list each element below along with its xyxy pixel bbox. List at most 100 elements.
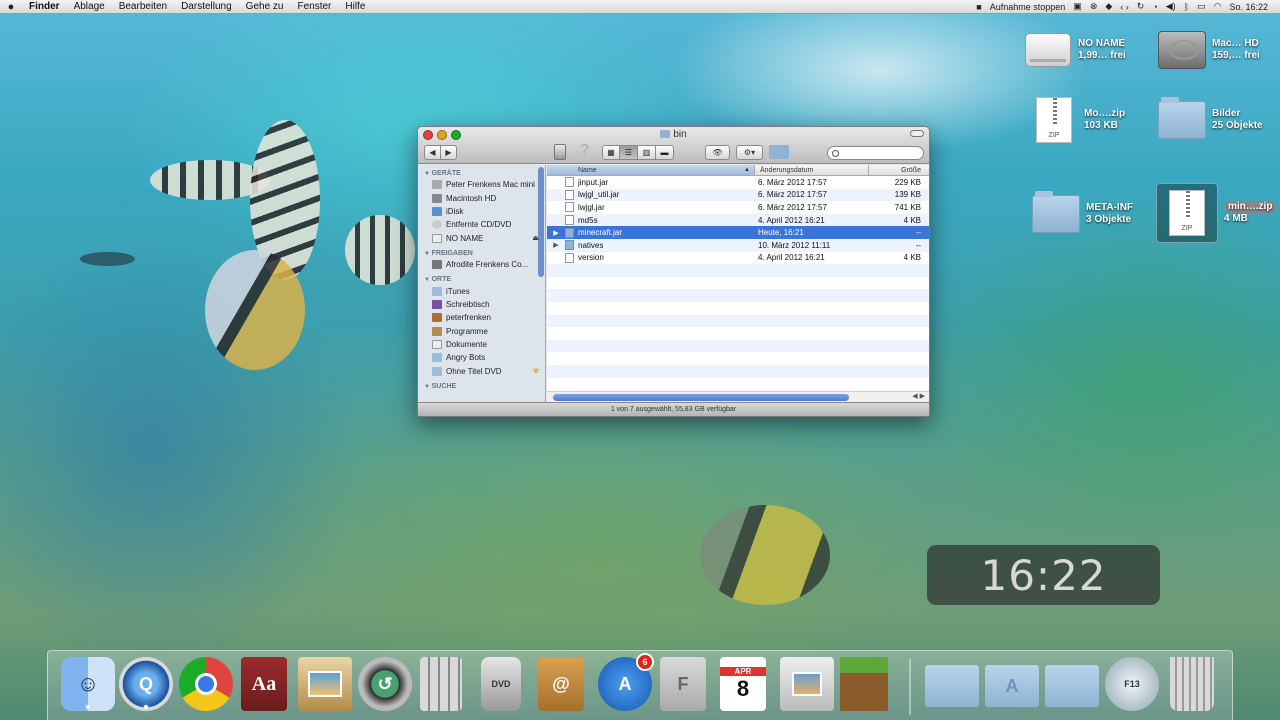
sidebar-item-angry-bots[interactable]: Angry Bots <box>418 351 545 364</box>
stop-recording-icon[interactable]: ■ <box>976 2 981 12</box>
game-icon[interactable]: ⊗ <box>1090 1 1098 12</box>
sidebar-item-desktop[interactable]: Schreibtisch <box>418 298 545 311</box>
file-row-md5s[interactable]: md5s 4. April 2012 16:21 4 KB <box>547 213 929 227</box>
recording-status[interactable]: Aufnahme stoppen <box>990 2 1066 12</box>
file-row-lwjgl-util[interactable]: lwjgl_util.jar 6. März 2012 17:57 139 KB <box>547 188 929 202</box>
bluetooth-icon[interactable]: ᛒ <box>1184 2 1189 12</box>
column-header-size[interactable]: Größe <box>869 167 929 174</box>
iphoto-dock-icon[interactable] <box>298 657 352 711</box>
sidebar-item-remote-dvd[interactable]: Entfernte CD/DVD <box>418 218 545 231</box>
windows-stack-icon[interactable] <box>1045 665 1099 707</box>
quicktime-dock-icon[interactable]: Q <box>119 657 173 711</box>
folder-icon <box>432 353 442 363</box>
sidebar-section-shared[interactable]: FREIGABEN <box>418 245 545 258</box>
notification-badge: 6 <box>636 653 654 671</box>
menubar-clock[interactable]: So. 16:22 <box>1229 2 1268 12</box>
eject-icon[interactable]: ⏏ <box>532 234 539 242</box>
sidebar-item-untitled-dvd[interactable]: Ohne Titel DVD ☢ <box>418 365 545 378</box>
action-gear-button[interactable]: ⚙▾ <box>736 145 763 160</box>
desktop-icon-meta-inf[interactable]: META-INF 3 Objekte <box>1032 190 1133 238</box>
shield-icon[interactable]: ◆ <box>1105 1 1112 12</box>
file-row-lwjgl[interactable]: lwjgl.jar 6. März 2012 17:57 741 KB <box>547 201 929 214</box>
sidebar-item-idisk[interactable]: iDisk <box>418 205 545 218</box>
time-machine-dock-icon[interactable]: ↺ <box>358 657 412 711</box>
desktop-icon-zip-mo[interactable]: ZIP Mo….zip 103 KB <box>1030 96 1125 144</box>
menu-finder[interactable]: Finder <box>22 1 67 12</box>
help-icon[interactable]: ? <box>580 142 589 160</box>
sidebar-item-macintosh-hd[interactable]: Macintosh HD <box>418 191 545 204</box>
time-machine-icon[interactable]: ◔ <box>1152 2 1157 12</box>
sidebar-item-shared-computer[interactable]: Afrodite Frenkens Co... <box>418 258 545 271</box>
menu-darstellung[interactable]: Darstellung <box>174 1 239 12</box>
file-row-minecraft-jar[interactable]: ▶ minecraft.jar Heute, 16:21 -- <box>547 226 929 239</box>
user-icon[interactable]: ▣ <box>1073 1 1082 12</box>
cover-flow-icon[interactable]: ▬ <box>656 145 674 160</box>
sidebar-item-no-name[interactable]: NO NAME ⏏ <box>418 232 545 245</box>
disk-icon[interactable] <box>554 144 566 160</box>
desktop-icon-bilder[interactable]: Bilder 25 Objekte <box>1158 96 1263 144</box>
menu-bearbeiten[interactable]: Bearbeiten <box>112 1 174 12</box>
trash-dock-icon[interactable] <box>1170 657 1214 711</box>
minecraft-dock-icon[interactable] <box>840 657 888 711</box>
search-field[interactable] <box>827 146 924 160</box>
desktop-icon-label: Mac… HD <box>1212 38 1259 49</box>
list-view-icon[interactable]: ☰ <box>620 145 638 160</box>
sidebar-item-applications[interactable]: Programme <box>418 325 545 338</box>
jar-file-icon <box>565 177 574 188</box>
wifi-icon[interactable]: ◠ <box>1214 1 1222 12</box>
scroll-arrows-icon[interactable]: ◀ ▶ <box>912 392 925 400</box>
file-row-jinput[interactable]: jinput.jar 6. März 2012 17:57 229 KB <box>547 176 929 189</box>
sidebar-section-search[interactable]: SUCHE <box>418 378 545 391</box>
window-titlebar[interactable]: bin ◀ ▶ ? ▦ ☰ ▥ ▬ 👁 ⚙▾ <box>418 127 929 164</box>
sidebar-item-documents[interactable]: Dokumente <box>418 338 545 351</box>
disclosure-triangle-icon[interactable]: ▶ <box>551 241 561 249</box>
clock-widget[interactable]: 16:22 <box>927 545 1160 605</box>
icon-view-icon[interactable]: ▦ <box>602 145 620 160</box>
scrollbar-thumb[interactable] <box>553 394 849 401</box>
volume-icon[interactable]: ◀) <box>1166 1 1176 12</box>
arrows-icon[interactable]: ‹ › <box>1120 2 1129 12</box>
applications-stack-icon[interactable]: A <box>985 665 1039 707</box>
documents-stack-icon[interactable] <box>925 665 979 707</box>
sidebar-item-mac-mini[interactable]: Peter Frenkens Mac mini <box>418 178 545 191</box>
sidebar-item-itunes[interactable]: iTunes <box>418 284 545 297</box>
calculator-dock-icon[interactable] <box>420 657 462 711</box>
quick-look-button[interactable]: 👁 <box>705 145 730 160</box>
chrome-dock-icon[interactable] <box>179 657 233 711</box>
file-row-version[interactable]: version 4. April 2012 16:21 4 KB <box>547 252 929 265</box>
desktop-icon-minecraft-zip[interactable]: ZIP min….zip 4 MB <box>1156 183 1277 243</box>
back-button[interactable]: ◀ <box>424 145 441 160</box>
menu-hilfe[interactable]: Hilfe <box>338 1 372 12</box>
menu-fenster[interactable]: Fenster <box>290 1 338 12</box>
battery-icon[interactable]: ▭ <box>1197 1 1206 12</box>
sidebar-section-devices[interactable]: GERÄTE <box>418 165 545 178</box>
app-store-dock-icon[interactable]: A6 <box>598 653 654 711</box>
forward-button[interactable]: ▶ <box>440 145 457 160</box>
column-header-date[interactable]: Änderungsdatum <box>755 165 869 175</box>
dashboard-dock-icon[interactable]: F13 <box>1105 657 1159 711</box>
font-book-dock-icon[interactable]: F <box>660 657 706 711</box>
desktop-icon-no-name[interactable]: NO NAME 1,99… frei <box>1024 26 1126 74</box>
finder-dock-icon[interactable]: ☺ <box>61 657 115 711</box>
sync-icon[interactable]: ↻ <box>1137 1 1145 12</box>
sidebar-item-home[interactable]: peterfrenken <box>418 311 545 324</box>
burn-icon[interactable]: ☢ <box>533 367 539 375</box>
apple-menu-icon[interactable]: ● <box>0 1 22 13</box>
menu-gehe-zu[interactable]: Gehe zu <box>239 1 291 12</box>
path-folder-icon[interactable] <box>769 145 789 159</box>
dictionary-dock-icon[interactable]: Aa <box>241 657 287 711</box>
file-row-natives[interactable]: ▶ natives 10. März 2012 11:11 -- <box>547 238 929 252</box>
dvd-player-dock-icon[interactable]: DVD <box>481 657 521 711</box>
status-bar: 1 von 7 ausgewählt, 55,83 GB verfügbar <box>418 402 929 416</box>
address-book-dock-icon[interactable]: @ <box>538 657 584 711</box>
desktop-icon-mac-hd[interactable]: Mac… HD 159,… frei <box>1158 26 1260 74</box>
column-view-icon[interactable]: ▥ <box>638 145 656 160</box>
documents-icon <box>432 340 442 350</box>
menu-ablage[interactable]: Ablage <box>67 1 112 12</box>
column-header-name[interactable]: Name <box>547 165 755 175</box>
disclosure-triangle-icon[interactable]: ▶ <box>551 229 561 237</box>
toolbar-toggle-button[interactable] <box>910 130 924 137</box>
preview-dock-icon[interactable] <box>780 657 834 711</box>
sidebar-section-places[interactable]: ORTE <box>418 271 545 284</box>
ical-dock-icon[interactable]: APR 8 <box>720 657 766 711</box>
